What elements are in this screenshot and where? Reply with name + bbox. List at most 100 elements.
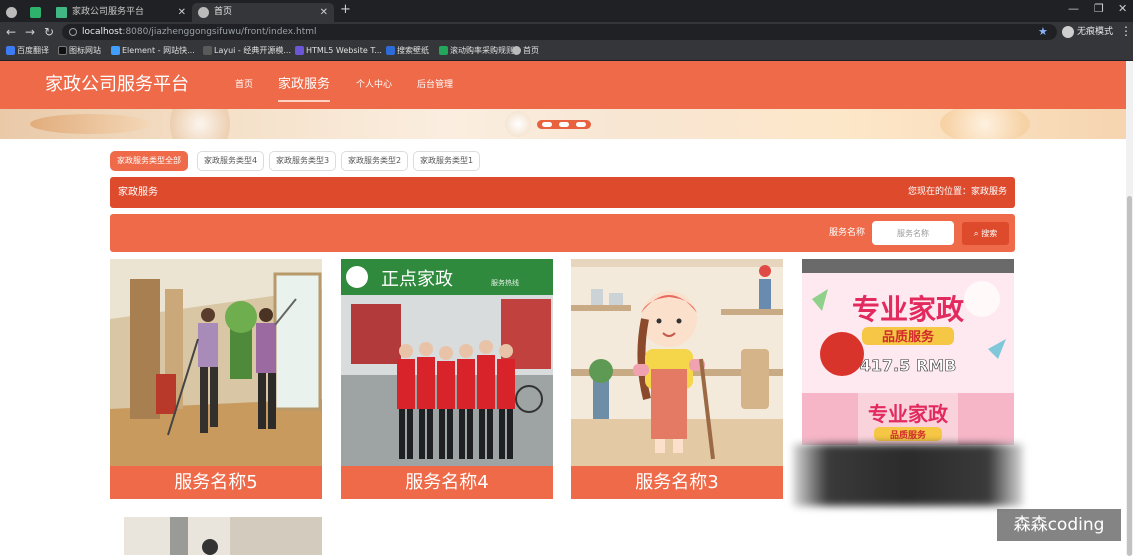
- address-bar-row: ← → ↻ localhost:8080/jiazhenggongsifuwu/…: [0, 22, 1133, 42]
- browser-menu-icon[interactable]: ⋮: [1120, 24, 1132, 38]
- bookmark-icon: [203, 46, 212, 55]
- close-window-icon[interactable]: ✕: [1118, 2, 1127, 15]
- maximize-icon[interactable]: ❐: [1094, 2, 1104, 15]
- svg-text:品质服务: 品质服务: [890, 429, 927, 441]
- bookmark-icon: [111, 46, 120, 55]
- bookmark-item[interactable]: Element - 网站快...: [111, 42, 195, 60]
- service-card[interactable]: 服务名称5: [110, 259, 322, 499]
- bookmark-icon: [439, 46, 448, 55]
- minimize-icon[interactable]: —: [1068, 2, 1079, 15]
- service-image[interactable]: [571, 259, 783, 466]
- page-scrollbar[interactable]: [1126, 61, 1133, 556]
- close-tab-icon[interactable]: ✕: [178, 3, 186, 22]
- bookmark-label: 百度翻译: [17, 46, 49, 55]
- pinned-tab[interactable]: [0, 3, 24, 22]
- bookmark-label: 搜索壁纸: [397, 46, 429, 55]
- promo-poster: 专业家政 品质服务 417.5 RMB 专业家政 品质服务: [802, 259, 1014, 445]
- url-host: localhost: [82, 27, 123, 37]
- service-card[interactable]: [110, 517, 322, 555]
- app-icon: [30, 7, 41, 18]
- service-name-input[interactable]: [872, 221, 954, 245]
- category-all[interactable]: 家政服务类型全部: [110, 151, 188, 171]
- close-tab-icon[interactable]: ✕: [320, 3, 328, 22]
- carousel-dot[interactable]: [576, 122, 586, 127]
- back-icon[interactable]: ←: [6, 24, 16, 40]
- service-image[interactable]: [110, 259, 322, 466]
- service-card[interactable]: 专业家政 品质服务 417.5 RMB 专业家政 品质服务: [802, 259, 1014, 445]
- bookmark-star-icon[interactable]: ★: [1038, 25, 1048, 38]
- bookmark-item[interactable]: 百度翻译: [6, 42, 49, 60]
- svg-text:正点家政: 正点家政: [381, 269, 453, 290]
- bookmark-item[interactable]: 图标网站: [58, 42, 101, 60]
- service-image: [110, 517, 322, 555]
- banner-decoration: [505, 111, 531, 137]
- search-label: 服务名称: [829, 228, 866, 238]
- banner-decoration: [30, 114, 150, 134]
- url-field[interactable]: localhost:8080/jiazhenggongsifuwu/front/…: [62, 24, 1057, 40]
- info-icon[interactable]: [69, 28, 77, 36]
- tab-label: 首页: [214, 7, 233, 17]
- tab-home[interactable]: 首页 ✕: [192, 3, 334, 22]
- globe-icon: [198, 7, 209, 18]
- service-name[interactable]: 服务名称3: [571, 466, 783, 499]
- bookmark-icon: [6, 46, 15, 55]
- bookmark-icon: [295, 46, 304, 55]
- forward-icon[interactable]: →: [25, 24, 35, 40]
- search-bar: 服务名称 ⌕ 搜索: [110, 214, 1015, 252]
- pinned-tab-2[interactable]: [24, 3, 48, 22]
- site-brand[interactable]: 家政公司服务平台: [45, 73, 189, 97]
- category-type-2[interactable]: 家政服务类型2: [341, 151, 408, 171]
- reload-icon[interactable]: ↻: [44, 24, 54, 40]
- category-type-4[interactable]: 家政服务类型4: [197, 151, 264, 171]
- scrollbar-thumb[interactable]: [1127, 196, 1132, 556]
- bookmark-label: HTML5 Website T...: [306, 46, 382, 55]
- housekeeper-illustration: [571, 259, 783, 466]
- service-name[interactable]: 服务名称5: [110, 466, 322, 499]
- carousel-dot[interactable]: [542, 122, 552, 127]
- service-card[interactable]: 正点家政 服务热线 服务名称4: [341, 259, 553, 499]
- banner-decoration: [170, 109, 230, 139]
- svg-text:品质服务: 品质服务: [882, 329, 935, 345]
- carousel-dot[interactable]: [559, 122, 569, 127]
- service-card[interactable]: 服务名称3: [571, 259, 783, 499]
- category-type-1[interactable]: 家政服务类型1: [413, 151, 480, 171]
- nav-personal-center[interactable]: 个人中心: [356, 61, 392, 109]
- bookmark-label: 图标网站: [69, 46, 101, 55]
- bookmark-item[interactable]: 首页: [512, 42, 539, 60]
- tab-label: 家政公司服务平台: [72, 7, 145, 17]
- globe-icon: [6, 7, 17, 18]
- profile-label: 无痕模式: [1077, 27, 1114, 37]
- bookmark-icon: [386, 46, 395, 55]
- bookmark-label: 首页: [523, 46, 539, 55]
- service-image[interactable]: 正点家政 服务热线: [341, 259, 553, 466]
- category-type-3[interactable]: 家政服务类型3: [269, 151, 336, 171]
- service-image[interactable]: 专业家政 品质服务 417.5 RMB 专业家政 品质服务: [802, 259, 1014, 445]
- banner-decoration: [940, 109, 1030, 139]
- breadcrumb: 您现在的位置：家政服务: [907, 187, 1007, 197]
- vue-icon: [56, 7, 67, 18]
- nav-housekeeping[interactable]: 家政服务: [278, 61, 331, 109]
- section-title-bar: 家政服务 您现在的位置：家政服务: [110, 177, 1015, 208]
- bookmark-label: Layui - 经典开源模...: [214, 46, 291, 55]
- search-button-label: 搜索: [981, 229, 998, 238]
- svg-text:服务热线: 服务热线: [491, 278, 519, 287]
- search-button[interactable]: ⌕ 搜索: [962, 222, 1009, 245]
- video-watermark: 森森coding: [997, 509, 1121, 541]
- bookmark-label: Element - 网站快...: [122, 46, 195, 55]
- svg-text:专业家政: 专业家政: [868, 402, 949, 426]
- service-name[interactable]: 服务名称4: [341, 466, 553, 499]
- cleaning-photo: [110, 259, 322, 466]
- bookmark-label: 滚动购率采购规则: [450, 46, 514, 55]
- tab-platform[interactable]: 家政公司服务平台 ✕: [50, 3, 192, 22]
- globe-icon: [512, 46, 521, 55]
- nav-home[interactable]: 首页: [235, 61, 253, 109]
- new-tab-button[interactable]: +: [340, 2, 351, 17]
- bookmark-item[interactable]: 搜索壁纸: [386, 42, 429, 60]
- bookmark-item[interactable]: Layui - 经典开源模...: [203, 42, 291, 60]
- nav-admin[interactable]: 后台管理: [417, 61, 453, 109]
- incognito-profile[interactable]: 无痕模式: [1062, 25, 1113, 39]
- browser-tab-bar: 家政公司服务平台 ✕ 首页 ✕ + — ❐ ✕: [0, 0, 1133, 22]
- bookmark-item[interactable]: HTML5 Website T...: [295, 42, 382, 60]
- bookmark-item[interactable]: 滚动购率采购规则: [439, 42, 514, 60]
- team-photo: 正点家政 服务热线: [341, 259, 553, 466]
